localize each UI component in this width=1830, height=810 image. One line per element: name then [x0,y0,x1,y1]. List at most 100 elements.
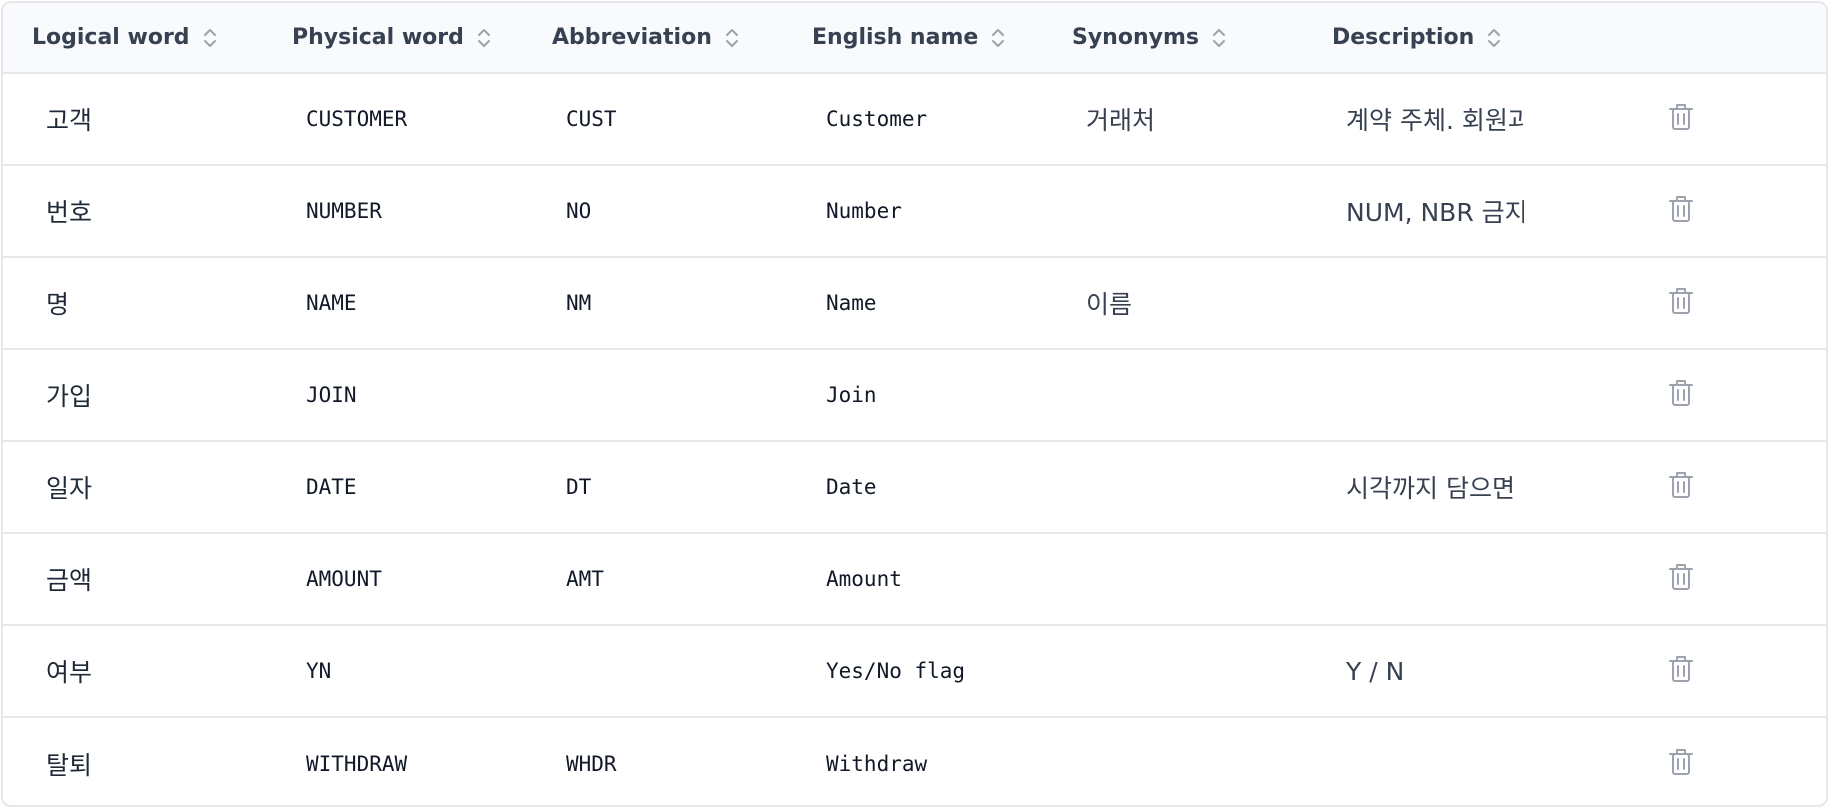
cell-actions [1641,73,1826,165]
column-header-label: English name [812,25,979,50]
cell-english-name[interactable]: Amount [783,532,1043,625]
word-dictionary-table: Logical word Physical word Abbreviation Eng… [1,1,1828,807]
cell-description[interactable] [1303,716,1641,805]
cell-abbreviation[interactable]: NM [523,256,783,349]
cell-synonyms[interactable] [1043,440,1303,533]
description-text: 계약 주체. 회원과 [1346,106,1524,135]
column-header-logical[interactable]: Logical word [3,3,263,74]
cell-actions [1641,532,1826,625]
sort-icon[interactable] [1485,26,1503,50]
cell-logical-word[interactable]: 여부 [3,624,263,717]
table-row[interactable]: 탈퇴 WITHDRAW WHDR Withdraw [3,716,1826,805]
cell-description[interactable]: NUM, NBR 금지 [1303,164,1641,257]
cell-abbreviation[interactable]: WHDR [523,716,783,805]
cell-logical-word[interactable]: 일자 [3,440,263,533]
table-header: Logical word Physical word Abbreviation Eng… [3,3,1826,74]
table-row[interactable]: 번호 NUMBER NO Number NUM, NBR 금지 [3,164,1826,257]
table-row[interactable]: 가입 JOIN Join [3,348,1826,441]
cell-description[interactable] [1303,348,1641,441]
cell-abbreviation[interactable] [523,624,783,717]
cell-actions [1641,624,1826,717]
trash-icon[interactable] [1668,562,1694,592]
column-header-english[interactable]: English name [783,3,1043,74]
cell-abbreviation[interactable] [523,348,783,441]
cell-logical-word[interactable]: 금액 [3,532,263,625]
cell-physical-word[interactable]: JOIN [263,348,523,441]
column-header-physical[interactable]: Physical word [263,3,523,74]
description-text: 시각까지 담으면 [1346,474,1515,503]
cell-synonyms[interactable] [1043,348,1303,441]
cell-logical-word[interactable]: 고객 [3,73,263,165]
cell-actions [1641,256,1826,349]
description-text: Y / N [1346,656,1405,686]
cell-synonyms[interactable] [1043,716,1303,805]
table-row[interactable]: 일자 DATE DT Date 시각까지 담으면 [3,440,1826,533]
table-row[interactable]: 고객 CUSTOMER CUST Customer 거래처 계약 주체. 회원과 [3,73,1826,165]
cell-english-name[interactable]: Join [783,348,1043,441]
trash-icon[interactable] [1668,378,1694,408]
trash-icon[interactable] [1668,286,1694,316]
cell-logical-word[interactable]: 번호 [3,164,263,257]
cell-synonyms[interactable] [1043,624,1303,717]
description-text: NUM, NBR 금지 [1346,198,1524,227]
cell-abbreviation[interactable]: NO [523,164,783,257]
table-row[interactable]: 명 NAME NM Name 이름 [3,256,1826,349]
cell-physical-word[interactable]: DATE [263,440,523,533]
table-row[interactable]: 금액 AMOUNT AMT Amount [3,532,1826,625]
cell-physical-word[interactable]: NUMBER [263,164,523,257]
cell-english-name[interactable]: Number [783,164,1043,257]
sort-icon[interactable] [475,26,493,50]
cell-abbreviation[interactable]: AMT [523,532,783,625]
cell-abbreviation[interactable]: DT [523,440,783,533]
column-header-label: Synonyms [1072,25,1199,50]
table-body: 고객 CUSTOMER CUST Customer 거래처 계약 주체. 회원과 번호 NUM… [3,73,1826,805]
word-table: Logical word Physical word Abbreviation Eng… [3,3,1826,805]
column-header-label: Physical word [292,25,464,50]
cell-actions [1641,164,1826,257]
sort-icon[interactable] [723,26,741,50]
cell-logical-word[interactable]: 명 [3,256,263,349]
header-row: Logical word Physical word Abbreviation Eng… [3,3,1826,74]
cell-description[interactable] [1303,532,1641,625]
column-header-label: Description [1332,25,1475,50]
cell-english-name[interactable]: Date [783,440,1043,533]
cell-actions [1641,716,1826,805]
cell-actions [1641,440,1826,533]
cell-logical-word[interactable]: 가입 [3,348,263,441]
cell-synonyms[interactable] [1043,532,1303,625]
cell-synonyms[interactable] [1043,164,1303,257]
cell-description[interactable]: Y / N [1303,624,1641,717]
sort-icon[interactable] [989,26,1007,50]
cell-description[interactable] [1303,256,1641,349]
cell-english-name[interactable]: Yes/No flag [783,624,1043,717]
table-row[interactable]: 여부 YN Yes/No flag Y / N [3,624,1826,717]
column-header-label: Abbreviation [552,25,712,50]
cell-actions [1641,348,1826,441]
cell-physical-word[interactable]: WITHDRAW [263,716,523,805]
column-header-label: Logical word [32,25,190,50]
column-header-actions [1641,3,1826,74]
trash-icon[interactable] [1668,470,1694,500]
column-header-description[interactable]: Description [1303,3,1641,74]
cell-synonyms[interactable]: 이름 [1043,256,1303,349]
cell-description[interactable]: 계약 주체. 회원과 [1303,73,1641,165]
cell-physical-word[interactable]: YN [263,624,523,717]
sort-icon[interactable] [201,26,219,50]
trash-icon[interactable] [1668,102,1694,132]
cell-logical-word[interactable]: 탈퇴 [3,716,263,805]
trash-icon[interactable] [1668,747,1694,777]
trash-icon[interactable] [1668,194,1694,224]
cell-description[interactable]: 시각까지 담으면 [1303,440,1641,533]
cell-english-name[interactable]: Withdraw [783,716,1043,805]
cell-english-name[interactable]: Name [783,256,1043,349]
cell-physical-word[interactable]: NAME [263,256,523,349]
cell-physical-word[interactable]: CUSTOMER [263,73,523,165]
sort-icon[interactable] [1210,26,1228,50]
trash-icon[interactable] [1668,654,1694,684]
column-header-abbr[interactable]: Abbreviation [523,3,783,74]
column-header-synonyms[interactable]: Synonyms [1043,3,1303,74]
cell-synonyms[interactable]: 거래처 [1043,73,1303,165]
cell-english-name[interactable]: Customer [783,73,1043,165]
cell-physical-word[interactable]: AMOUNT [263,532,523,625]
cell-abbreviation[interactable]: CUST [523,73,783,165]
